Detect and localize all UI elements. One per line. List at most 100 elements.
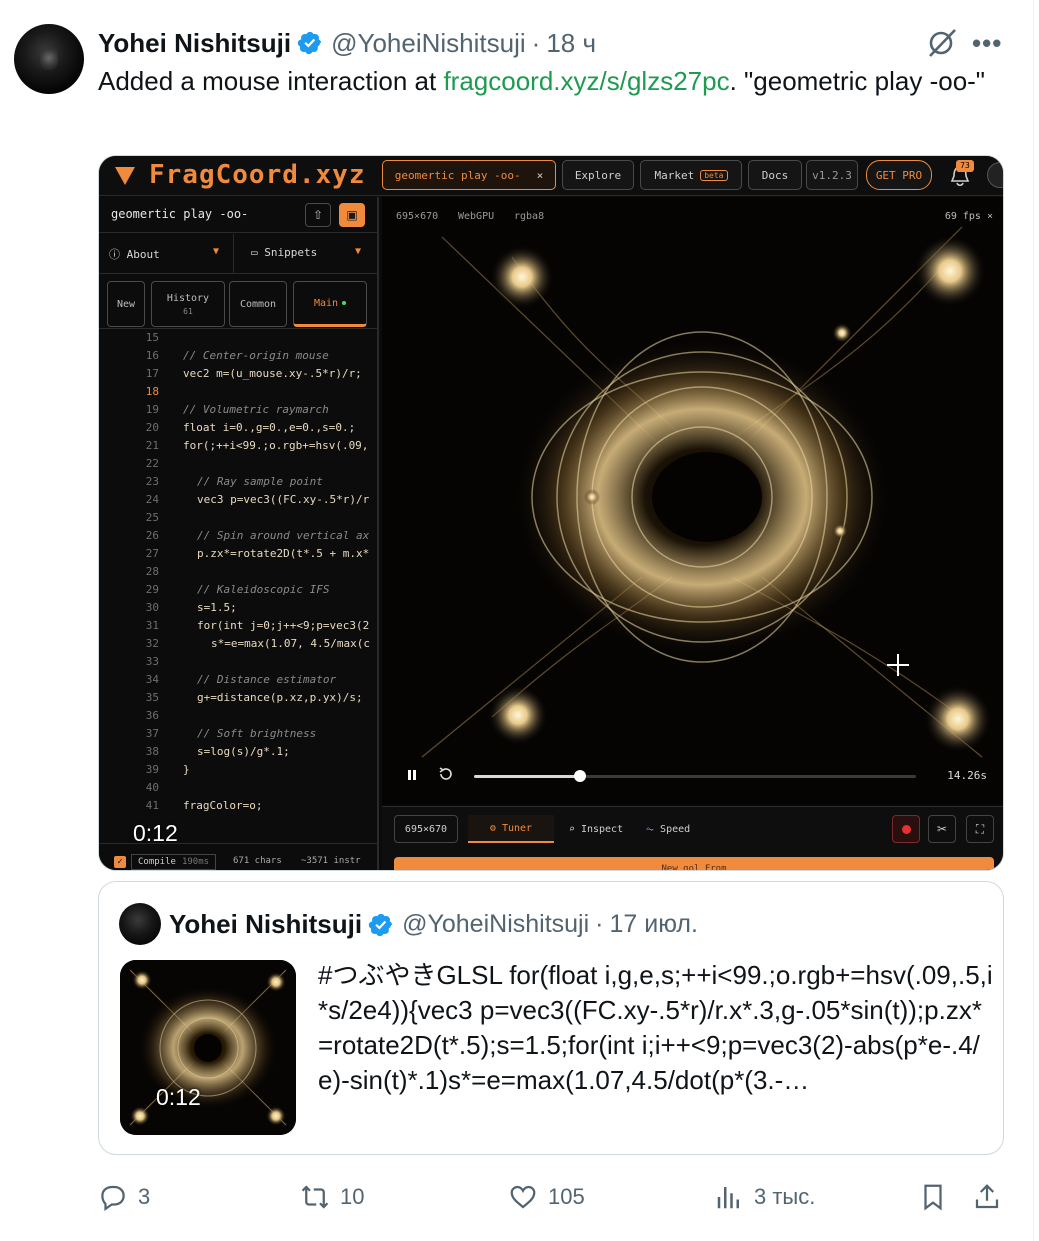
code-line[interactable]: 25	[99, 511, 377, 529]
code-text: p.zx*=rotate2D(t*.5 + m.x*	[197, 547, 370, 560]
snippets-dropdown[interactable]: ▭ Snippets	[251, 246, 317, 259]
save-button[interactable]: ▣	[339, 203, 365, 227]
quote-video-thumbnail[interactable]: 0:12	[120, 960, 296, 1135]
reply-button[interactable]: 3	[98, 1178, 150, 1216]
code-line[interactable]: 40	[99, 781, 377, 799]
code-line[interactable]: 21 for(;++i<99.;o.rgb+=hsv(.09,	[99, 439, 377, 457]
code-editor[interactable]: 15 16 // Center-origin mouse 17 vec2 m=(u_mo…	[99, 331, 377, 831]
line-number: 26	[145, 529, 159, 542]
playback-time: 14.26s	[947, 769, 987, 782]
grok-icon[interactable]	[926, 26, 958, 58]
code-line[interactable]: 23 // Ray sample point	[99, 475, 377, 493]
tab-main[interactable]: Main	[293, 281, 367, 327]
code-line[interactable]: 16 // Center-origin mouse	[99, 349, 377, 367]
tweet-media-video[interactable]: FragCoord.xyz geomertic play -oo- × Explo…	[98, 155, 1004, 871]
replay-icon[interactable]	[438, 766, 454, 782]
quote-avatar[interactable]	[119, 903, 161, 945]
get-pro-button[interactable]: GET PRO	[866, 160, 932, 190]
display-name[interactable]: Yohei Nishitsuji	[98, 28, 291, 59]
timestamp[interactable]: 18 ч	[546, 28, 596, 59]
pause-icon[interactable]	[406, 769, 418, 781]
snippets-chevron-down-icon[interactable]: ▼	[355, 246, 361, 257]
view-count: 3 тыс.	[754, 1184, 816, 1209]
code-line[interactable]: 38 s=log(s)/g*.1;	[99, 745, 377, 763]
code-line[interactable]: 31 for(int j=0;j++<9;p=vec3(2	[99, 619, 377, 637]
inspect-label: Inspect	[580, 823, 624, 835]
code-line[interactable]: 39}	[99, 763, 377, 781]
timeline-knob[interactable]	[574, 770, 587, 782]
compile-checkbox[interactable]: ✓	[114, 856, 126, 868]
avatar[interactable]	[14, 24, 84, 94]
tab-common[interactable]: Common	[229, 281, 287, 327]
quoted-tweet[interactable]: Yohei Nishitsuji @YoheiNishitsuji · 17 и…	[98, 881, 1004, 1155]
nav-explore[interactable]: Explore	[562, 160, 634, 190]
mute-icon[interactable]: ✂	[928, 815, 956, 843]
more-icon[interactable]: •••	[972, 28, 1004, 58]
tab-new[interactable]: New	[107, 281, 145, 327]
tab-close-icon[interactable]: ×	[537, 169, 544, 182]
bookmark-button[interactable]	[918, 1178, 948, 1216]
timeline-slider[interactable]	[474, 770, 916, 782]
tuner-button[interactable]: ⚙ Tuner	[468, 815, 554, 843]
like-button[interactable]: 105	[508, 1178, 585, 1216]
code-line[interactable]: 26 // Spin around vertical ax	[99, 529, 377, 547]
views-button[interactable]: 3 тыс.	[714, 1178, 815, 1216]
code-line[interactable]: 34 // Distance estimator	[99, 673, 377, 691]
code-text: for(int j=0;j++<9;p=vec3(2	[197, 619, 370, 632]
handle[interactable]: @YoheiNishitsuji	[331, 28, 526, 59]
resolution-button[interactable]: 695×670	[394, 815, 458, 843]
code-line[interactable]: 20 float i=0.,g=0.,e=0.,s=0.;	[99, 421, 377, 439]
quote-display-name[interactable]: Yohei Nishitsuji	[169, 909, 362, 940]
nav-market[interactable]: Market beta	[640, 160, 742, 190]
code-line[interactable]: 37 // Soft brightness	[99, 727, 377, 745]
repost-button[interactable]: 10	[300, 1178, 364, 1216]
code-line[interactable]: 19 // Volumetric raymarch	[99, 403, 377, 421]
record-button[interactable]	[892, 815, 920, 843]
fps-counter[interactable]: 69 fps ×	[945, 211, 993, 222]
code-line[interactable]: 24 vec3 p=vec3((FC.xy-.5*r)/r	[99, 493, 377, 511]
about-chevron-down-icon[interactable]: ▼	[213, 246, 219, 257]
code-line[interactable]: 17 vec2 m=(u_mouse.xy-.5*r)/r;	[99, 367, 377, 385]
share-button[interactable]	[972, 1178, 1002, 1216]
beta-badge: beta	[700, 169, 728, 181]
doc-title[interactable]: geomertic play -oo-	[111, 207, 248, 221]
fullscreen-icon[interactable]: ⛶	[966, 815, 994, 843]
tab-shader[interactable]: geomertic play -oo- ×	[382, 160, 556, 190]
compile-status[interactable]: Compile 190ms	[131, 854, 217, 870]
search-icon: ⌕	[568, 823, 575, 835]
code-line[interactable]: 22	[99, 457, 377, 475]
orange-action-bar[interactable]: New gol From	[394, 857, 994, 870]
line-number: 15	[145, 331, 159, 344]
quote-handle[interactable]: @YoheiNishitsuji	[402, 910, 589, 939]
tab-history[interactable]: History 61	[151, 281, 225, 327]
code-line[interactable]: 33	[99, 655, 377, 673]
nav-docs[interactable]: Docs	[748, 160, 802, 190]
code-line[interactable]: 28	[99, 565, 377, 583]
code-line[interactable]: 36	[99, 709, 377, 727]
doc-title-row: geomertic play -oo- ⇧ ▣	[99, 197, 377, 233]
logo-triangle-icon	[115, 167, 135, 185]
speed-button[interactable]: ⏦ Speed	[638, 815, 698, 843]
tuner-label: Tuner	[501, 822, 533, 834]
share-shader-button[interactable]: ⇧	[305, 203, 331, 227]
code-line[interactable]: 29 // Kaleidoscopic IFS	[99, 583, 377, 601]
inspect-button[interactable]: ⌕ Inspect	[560, 815, 632, 843]
about-dropdown[interactable]: ⓘ About	[109, 246, 160, 262]
shader-canvas[interactable]: 695×670 WebGPU rgba8 69 fps × 14.26s	[382, 197, 1003, 805]
code-line[interactable]: 15	[99, 331, 377, 349]
code-line[interactable]: 35 g+=distance(p.xz,p.yx)/s;	[99, 691, 377, 709]
user-avatar-button[interactable]	[987, 162, 1003, 188]
line-number: 18	[145, 385, 159, 398]
line-number: 24	[145, 493, 159, 506]
verified-icon	[368, 913, 393, 936]
app-logo[interactable]: FragCoord.xyz	[115, 160, 366, 190]
code-line[interactable]: 41 fragColor=o;	[99, 799, 377, 817]
line-number: 32	[145, 637, 159, 650]
code-text: for(;++i<99.;o.rgb+=hsv(.09,	[183, 439, 369, 452]
quote-date[interactable]: 17 июл.	[610, 910, 698, 939]
code-line[interactable]: 30 s=1.5;	[99, 601, 377, 619]
code-line[interactable]: 32 s*=e=max(1.07, 4.5/max(c	[99, 637, 377, 655]
code-line[interactable]: 18	[99, 385, 377, 403]
tweet-link[interactable]: fragcoord.xyz/s/glzs27pc	[443, 66, 729, 96]
code-line[interactable]: 27 p.zx*=rotate2D(t*.5 + m.x*	[99, 547, 377, 565]
